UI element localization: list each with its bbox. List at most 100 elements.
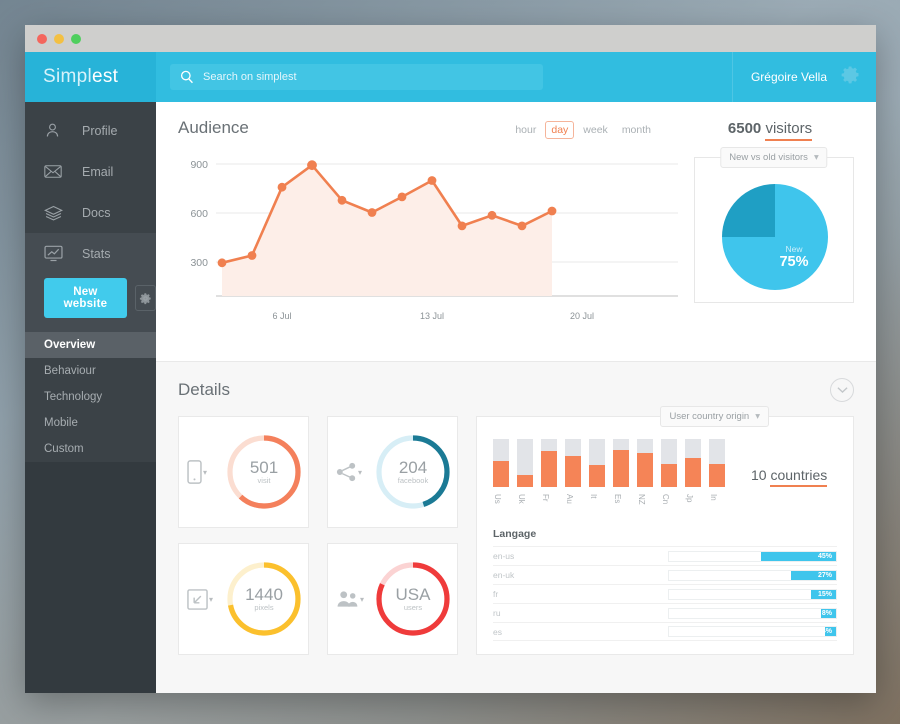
period-selector: hour day week month <box>510 121 656 139</box>
country-bar-nz[interactable]: NZ <box>637 439 653 510</box>
new-vs-old-select[interactable]: New vs old visitors ▾ <box>720 147 828 168</box>
sidebar-item-docs[interactable]: Docs <box>25 192 156 233</box>
sidebar-item-profile[interactable]: Profile <box>25 110 156 151</box>
metric-label: facebook <box>397 476 429 486</box>
language-section-title: Langage <box>493 528 537 540</box>
period-week[interactable]: week <box>578 122 613 138</box>
metric-card-users[interactable]: ▾ USA users <box>327 543 458 655</box>
language-progress-track: 27% <box>668 569 837 581</box>
language-row-fr[interactable]: fr 15% <box>493 584 837 603</box>
metric-label: pixels <box>254 603 274 613</box>
country-bar-fr[interactable]: Fr <box>541 439 557 510</box>
data-point[interactable] <box>547 206 557 216</box>
language-row-en-us[interactable]: en-us 45% <box>493 546 837 565</box>
logo-text-light: Simpl <box>43 66 93 87</box>
data-point[interactable] <box>367 208 377 217</box>
ytick-300: 300 <box>190 257 208 269</box>
envelope-icon <box>44 162 66 182</box>
ytick-600: 600 <box>190 208 208 220</box>
data-point[interactable] <box>457 221 467 231</box>
country-bar-es[interactable]: Es <box>613 439 629 510</box>
search-box[interactable] <box>170 64 543 90</box>
xtick-label: 6 Jul <box>272 311 291 321</box>
country-bar-au[interactable]: Au <box>565 439 581 510</box>
chevron-down-icon[interactable]: ▾ <box>358 468 362 477</box>
period-day[interactable]: day <box>545 121 575 139</box>
chevron-down-icon[interactable]: ▾ <box>209 595 213 604</box>
metric-card-visit[interactable]: ▾ 501 visit <box>178 416 309 528</box>
metric-card-facebook[interactable]: ▾ 204 facebook <box>327 416 458 528</box>
chevron-down-icon[interactable]: ▾ <box>203 468 207 477</box>
data-point[interactable] <box>397 192 407 202</box>
sidebar: Simpl est Profile Email Docs Stats New w… <box>25 52 156 693</box>
data-point[interactable] <box>247 251 257 260</box>
country-bar-uk[interactable]: Uk <box>517 439 533 510</box>
metric-value: 1440 <box>245 584 283 604</box>
minimize-window-button[interactable] <box>54 33 64 44</box>
language-progress-track: 4% <box>668 626 837 637</box>
language-row-ru[interactable]: ru 8% <box>493 603 837 622</box>
sidebar-item-overview[interactable]: Overview <box>25 332 156 358</box>
topbar-right: Grégoire Vella <box>731 52 876 102</box>
data-point[interactable] <box>517 221 527 231</box>
search-input[interactable] <box>203 71 503 83</box>
data-point[interactable] <box>307 160 317 171</box>
user-name-label[interactable]: Grégoire Vella <box>751 70 827 84</box>
country-bar-us[interactable]: Us <box>493 439 509 510</box>
country-bar-label: Us <box>493 494 502 504</box>
sidebar-settings-button[interactable] <box>134 285 156 311</box>
app-logo[interactable]: Simpl est <box>25 52 156 102</box>
chevron-down-icon[interactable] <box>830 378 854 402</box>
data-point[interactable] <box>217 258 227 268</box>
language-progress-track: 8% <box>668 607 837 619</box>
sidebar-item-label: Profile <box>82 123 118 138</box>
pie-chart-svg: New 75% <box>722 184 828 290</box>
new-website-button[interactable]: New website <box>44 278 127 318</box>
pie-slice-old[interactable] <box>722 184 775 237</box>
sidebar-item-technology[interactable]: Technology <box>25 384 156 410</box>
country-bar-label: NZ <box>637 494 646 505</box>
browser-window: Simpl est Profile Email Docs Stats New w… <box>25 25 876 693</box>
topbar-settings-icon[interactable] <box>841 65 860 89</box>
app-body: Simpl est Profile Email Docs Stats New w… <box>25 52 876 693</box>
donut-visit: 501 visit <box>223 431 305 513</box>
metric-label: visit <box>257 476 271 486</box>
users-icon: ▾ <box>336 590 370 608</box>
country-origin-select[interactable]: User country origin ▾ <box>660 406 769 427</box>
pie-value-new: 75% <box>779 254 808 270</box>
chevron-down-icon[interactable]: ▾ <box>360 595 364 604</box>
maximize-window-button[interactable] <box>71 33 81 44</box>
period-hour[interactable]: hour <box>510 122 541 138</box>
sidebar-item-stats[interactable]: Stats <box>25 233 156 274</box>
ytick-900: 900 <box>190 159 208 171</box>
new-website-row: New website <box>25 274 156 332</box>
country-bar-label: Jp <box>685 494 694 503</box>
country-bar-jp[interactable]: Jp <box>685 439 701 510</box>
data-point[interactable] <box>487 210 497 220</box>
metric-card-pixels[interactable]: ▾ 1440 pixels <box>178 543 309 655</box>
close-window-button[interactable] <box>37 33 47 44</box>
details-header: Details <box>178 378 854 402</box>
data-point[interactable] <box>427 176 437 185</box>
country-bar-cn[interactable]: Cn <box>661 439 677 510</box>
language-progress-fill: 45% <box>760 551 836 561</box>
country-bar-in[interactable]: In <box>709 439 725 510</box>
countries-count: 10 <box>751 466 767 483</box>
sidebar-item-mobile[interactable]: Mobile <box>25 410 156 436</box>
language-name: fr <box>493 589 499 599</box>
language-row-en-uk[interactable]: en-uk 27% <box>493 565 837 584</box>
language-row-es[interactable]: es 4% <box>493 622 837 641</box>
sidebar-item-behaviour[interactable]: Behaviour <box>25 358 156 384</box>
resolution-icon: ▾ <box>187 588 221 610</box>
geo-language-card: User country origin ▾ Us Uk Fr Au It Es … <box>476 406 854 655</box>
data-point[interactable] <box>277 182 287 192</box>
sidebar-item-custom[interactable]: Custom <box>25 436 156 462</box>
details-title: Details <box>178 380 230 399</box>
metric-value: USA <box>395 584 431 604</box>
country-bar-it[interactable]: It <box>589 439 605 510</box>
countries-label: countries <box>770 466 828 487</box>
sidebar-item-email[interactable]: Email <box>25 151 156 192</box>
data-point[interactable] <box>337 195 347 205</box>
logo-text-bold: est <box>92 66 119 87</box>
period-month[interactable]: month <box>617 122 656 138</box>
